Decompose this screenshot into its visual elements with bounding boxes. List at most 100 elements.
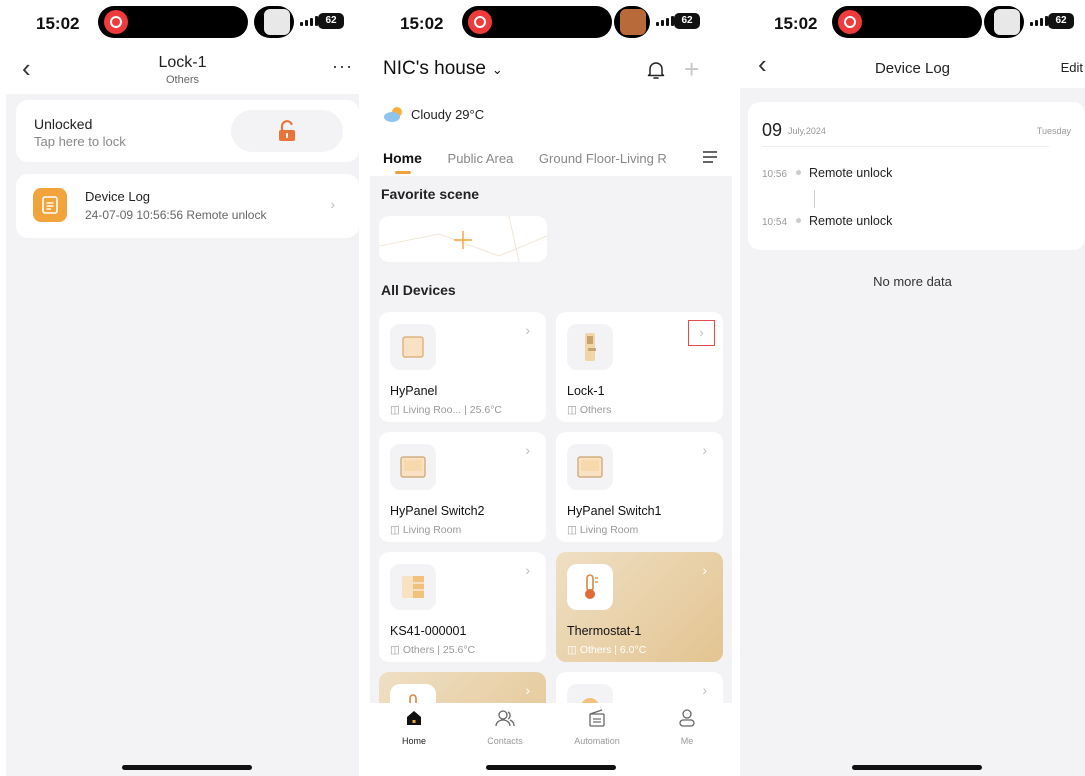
chevron-right-icon: › bbox=[525, 562, 530, 578]
map-pattern-icon bbox=[379, 216, 547, 262]
tabbar-contacts[interactable]: Contacts bbox=[470, 709, 540, 746]
log-day-card: 09 July,2024 Tuesday 10:56 Remote unlock … bbox=[748, 102, 1085, 250]
log-month: July,2024 bbox=[788, 126, 826, 136]
signal-icon bbox=[656, 16, 674, 26]
add-scene-card[interactable] bbox=[379, 216, 547, 262]
home-screen: 15:02 62 NIC's house ⌄ + Cloudy 29°C Home… bbox=[370, 0, 732, 776]
log-day: 09 bbox=[762, 120, 783, 140]
tab-ground-floor[interactable]: Ground Floor-Living R bbox=[539, 151, 667, 166]
log-weekday: Tuesday bbox=[1036, 126, 1071, 136]
dynamic-island bbox=[832, 6, 982, 38]
home-content: Favorite scene All Devices › HyPanel ◫ L… bbox=[370, 176, 732, 776]
status-bar: 15:02 62 bbox=[740, 0, 1085, 48]
tabbar-label: Me bbox=[680, 736, 694, 746]
device-log-row[interactable]: Device Log 24-07-09 10:56:56 Remote unlo… bbox=[16, 174, 359, 238]
add-icon[interactable]: + bbox=[684, 54, 699, 85]
device-meta: ◫ Others bbox=[567, 404, 612, 416]
log-entry-text: Remote unlock bbox=[809, 214, 893, 228]
battery-icon: 62 bbox=[1048, 13, 1074, 29]
chevron-right-icon: › bbox=[702, 442, 707, 458]
divider bbox=[762, 146, 1049, 147]
signal-icon bbox=[1030, 16, 1048, 26]
switch-icon bbox=[567, 444, 613, 490]
favorite-scene-heading: Favorite scene bbox=[381, 186, 480, 202]
weather-widget: Cloudy 29°C bbox=[383, 106, 484, 122]
device-meta: ◫ Living Roo... | 25.6°C bbox=[390, 404, 502, 416]
tab-home[interactable]: Home bbox=[383, 150, 422, 166]
device-card-ks41[interactable]: › KS41-000001 ◫ Others | 25.6°C bbox=[379, 552, 546, 662]
dynamic-island bbox=[462, 6, 612, 38]
switch-icon bbox=[390, 444, 436, 490]
room-tabs: Home Public Area Ground Floor-Living R bbox=[383, 150, 724, 176]
lock-thumbnail-icon bbox=[254, 6, 294, 38]
device-name: KS41-000001 bbox=[390, 624, 467, 638]
no-more-data-label: No more data bbox=[873, 274, 952, 289]
weather-text: Cloudy 29°C bbox=[411, 106, 485, 122]
more-options-icon[interactable]: ··· bbox=[332, 56, 353, 77]
status-time: 15:02 bbox=[774, 14, 818, 33]
device-card-hypanel-switch1[interactable]: › HyPanel Switch1 ◫ Living Room bbox=[556, 432, 723, 542]
device-card-hypanel-switch2[interactable]: › HyPanel Switch2 ◫ Living Room bbox=[379, 432, 546, 542]
chevron-right-icon: › bbox=[525, 322, 530, 338]
house-selector[interactable]: NIC's house ⌄ bbox=[383, 58, 503, 80]
device-meta: ◫ Others | 25.6°C bbox=[390, 644, 476, 656]
log-content: 09 July,2024 Tuesday 10:56 Remote unlock … bbox=[740, 88, 1085, 776]
device-meta: ◫ Living Room bbox=[390, 524, 462, 536]
device-name: Thermostat-1 bbox=[567, 624, 642, 638]
lock-toggle-button[interactable] bbox=[231, 110, 343, 152]
nav-bar: ‹ Device Log Edit bbox=[740, 48, 1085, 88]
device-card-thermostat-1[interactable]: › Thermostat-1 ◫ Others | 6.0°C bbox=[556, 552, 723, 662]
device-name: HyPanel bbox=[390, 384, 438, 398]
tabbar-label: Automation bbox=[574, 736, 620, 746]
nav-bar: ‹ Lock-1 Others ··· bbox=[0, 48, 365, 94]
bell-icon[interactable] bbox=[647, 60, 665, 80]
device-card-lock-1[interactable]: › Lock-1 ◫ Others bbox=[556, 312, 723, 422]
recording-icon bbox=[838, 10, 862, 34]
home-icon bbox=[407, 711, 421, 725]
menu-icon[interactable] bbox=[702, 150, 718, 164]
page-title: Device Log bbox=[874, 60, 951, 77]
home-indicator bbox=[122, 765, 252, 770]
content-area: Unlocked Tap here to lock Device Log 24-… bbox=[6, 94, 359, 776]
chevron-right-icon: › bbox=[702, 682, 707, 698]
device-meta: ◫ Living Room bbox=[567, 524, 639, 536]
log-entry[interactable]: 10:54 Remote unlock bbox=[762, 214, 892, 228]
lock-thumbnail-icon bbox=[984, 6, 1024, 38]
automation-icon bbox=[589, 709, 605, 727]
unlocked-padlock-icon bbox=[279, 120, 295, 141]
device-name: Lock-1 bbox=[567, 384, 605, 398]
device-name: HyPanel Switch1 bbox=[567, 504, 662, 518]
highlighted-chevron-right-icon[interactable]: › bbox=[688, 320, 715, 346]
device-card-hypanel[interactable]: › HyPanel ◫ Living Roo... | 25.6°C bbox=[379, 312, 546, 422]
log-entry-time: 10:56 bbox=[762, 169, 788, 180]
device-meta: ◫ Others | 6.0°C bbox=[567, 644, 647, 656]
document-icon bbox=[33, 188, 67, 222]
dynamic-island bbox=[98, 6, 248, 38]
tabbar-label: Contacts bbox=[487, 736, 523, 746]
house-name: NIC's house bbox=[383, 58, 486, 79]
log-entry-time: 10:54 bbox=[762, 217, 788, 228]
lock-state-label: Unlocked bbox=[34, 116, 93, 132]
lock-detail-screen: 15:02 62 ‹ Lock-1 Others ··· Unlocked Ta… bbox=[0, 0, 365, 776]
log-entry-text: Remote unlock bbox=[809, 166, 893, 180]
chevron-down-icon: ⌄ bbox=[491, 62, 503, 77]
contacts-icon bbox=[495, 710, 515, 727]
recording-icon bbox=[468, 10, 492, 34]
device-name: HyPanel Switch2 bbox=[390, 504, 485, 518]
ks41-icon bbox=[390, 564, 436, 610]
timeline-dot-icon bbox=[796, 170, 801, 176]
tab-public-area[interactable]: Public Area bbox=[448, 151, 514, 166]
thumbnail-icon bbox=[614, 6, 650, 38]
lock-status-card[interactable]: Unlocked Tap here to lock bbox=[16, 100, 359, 162]
device-log-screen: 15:02 62 ‹ Device Log Edit 09 July,2024 … bbox=[740, 0, 1085, 776]
all-devices-heading: All Devices bbox=[381, 282, 456, 298]
tabbar-home[interactable]: Home bbox=[379, 709, 449, 746]
tabbar-me[interactable]: Me bbox=[652, 709, 722, 746]
status-time: 15:02 bbox=[400, 14, 444, 33]
log-entry[interactable]: 10:56 Remote unlock bbox=[762, 166, 892, 180]
cloudy-icon bbox=[384, 107, 402, 122]
timeline-connector bbox=[814, 190, 815, 208]
tabbar-automation[interactable]: Automation bbox=[562, 709, 632, 746]
edit-button[interactable]: Edit bbox=[1061, 60, 1083, 75]
chevron-right-icon: › bbox=[330, 196, 335, 212]
